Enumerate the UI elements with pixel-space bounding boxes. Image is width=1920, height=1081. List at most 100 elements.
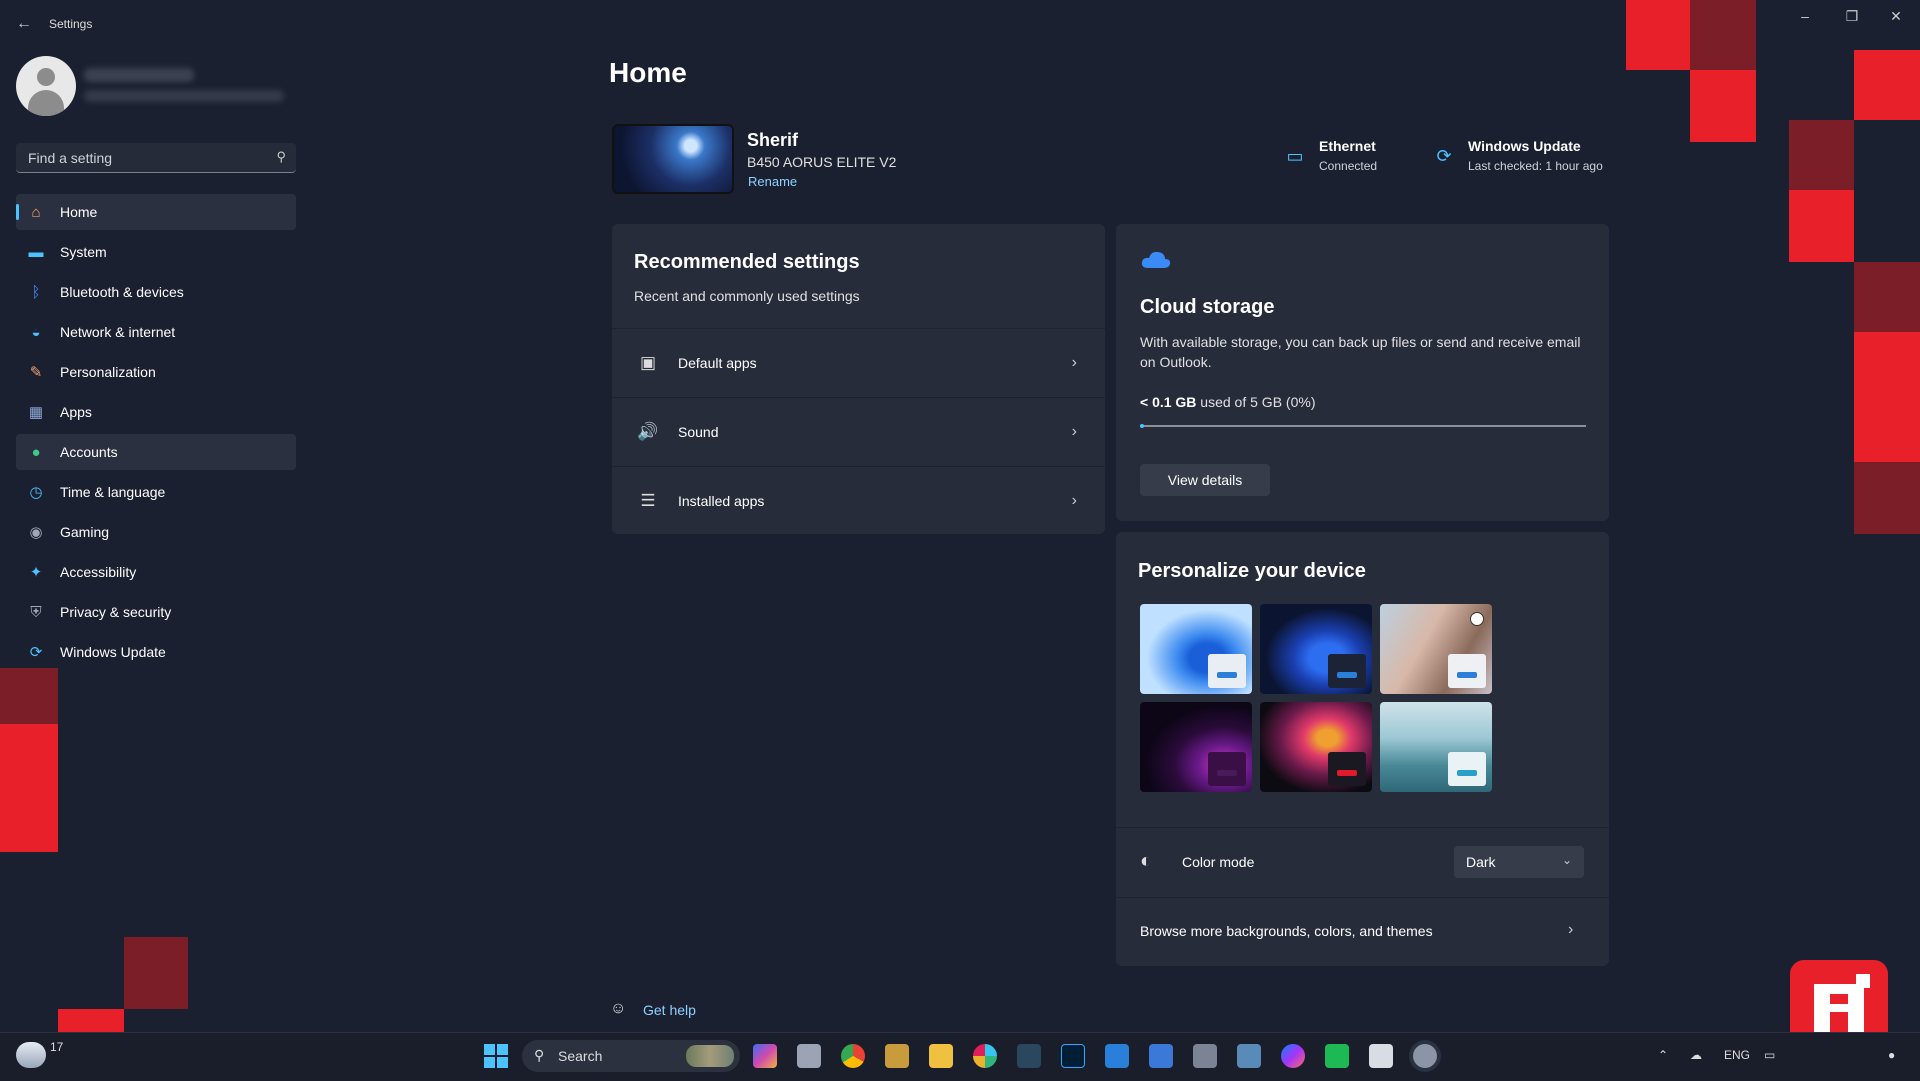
file-explorer-icon[interactable] — [929, 1044, 953, 1068]
personalize-card: Personalize your device ◐ Color mode Dar… — [1116, 532, 1609, 966]
browse-themes-link[interactable]: Browse more backgrounds, colors, and the… — [1140, 923, 1433, 939]
color-mode-dropdown[interactable]: Dark ⌄ — [1454, 846, 1584, 878]
restore-button[interactable]: ❐ — [1832, 6, 1872, 26]
theme-thumbnail-light-bloom[interactable] — [1140, 604, 1252, 694]
theme-thumbnail-sunrise[interactable] — [1380, 702, 1492, 792]
recommended-settings-card: Recommended settings Recent and commonly… — [612, 224, 1105, 534]
photos-icon[interactable] — [1237, 1044, 1261, 1068]
divider — [1116, 897, 1609, 898]
speaker-icon: 🔊 — [637, 422, 659, 441]
default-apps-label: Default apps — [678, 355, 757, 371]
default-apps-icon: ▣ — [639, 353, 657, 372]
sidebar-item-label: Windows Update — [60, 644, 166, 660]
photoshop-icon[interactable] — [1061, 1044, 1085, 1068]
slack-icon[interactable] — [973, 1044, 997, 1068]
sidebar-item-label: System — [60, 244, 107, 260]
media-player-icon[interactable] — [1325, 1044, 1349, 1068]
list-icon: ☰ — [640, 491, 656, 510]
weather-icon[interactable] — [16, 1042, 46, 1068]
deco-dark-block — [1690, 0, 1756, 70]
get-help-link[interactable]: Get help — [643, 1002, 696, 1018]
cloud-usage-total: used of 5 GB (0%) — [1196, 394, 1316, 410]
task-view-icon[interactable] — [797, 1044, 821, 1068]
settings-gear-icon[interactable] — [1413, 1044, 1437, 1068]
windows-update-title: Windows Update — [1468, 138, 1581, 154]
view-details-button[interactable]: View details — [1140, 464, 1270, 496]
sidebar-item-accounts[interactable]: ● Accounts — [16, 434, 296, 470]
chrome-icon[interactable] — [841, 1044, 865, 1068]
sidebar-item-bluetooth-devices[interactable]: ᛒ Bluetooth & devices — [16, 274, 296, 310]
microsoft-store-icon[interactable] — [1149, 1044, 1173, 1068]
color-mode-value: Dark — [1466, 854, 1496, 870]
notification-bell-icon[interactable]: ● — [1888, 1048, 1895, 1062]
search-icon[interactable]: ⚲ — [276, 149, 286, 165]
steam-icon[interactable] — [1017, 1044, 1041, 1068]
sidebar-item-label: Time & language — [60, 484, 166, 500]
sidebar-item-gaming[interactable]: ◉ Gaming — [16, 514, 296, 550]
media-app-icon[interactable] — [1105, 1044, 1129, 1068]
onedrive-icon[interactable]: ☁ — [1690, 1048, 1702, 1062]
globe-clock-icon: ◷ — [29, 484, 43, 501]
sidebar-item-label: Personalization — [60, 364, 156, 380]
network-icon[interactable]: ▭ — [1764, 1048, 1775, 1062]
home-icon: ⌂ — [31, 203, 41, 221]
windows-update-status[interactable]: ⟳ Windows Update Last checked: 1 hour ag… — [1432, 138, 1602, 173]
sidebar-item-windows-update[interactable]: ⟳ Windows Update — [16, 634, 296, 670]
cloud-usage-amount: < 0.1 GB — [1140, 394, 1197, 410]
avatar[interactable] — [16, 56, 76, 116]
chevron-right-icon: › — [1071, 354, 1077, 371]
start-button[interactable] — [484, 1044, 508, 1068]
device-name: Sherif — [747, 130, 799, 150]
back-arrow-icon[interactable]: ← — [12, 12, 36, 36]
deco-red-block — [1789, 190, 1854, 262]
sound-row[interactable]: 🔊 Sound › — [612, 397, 1105, 466]
taskbar-search-label: Search — [558, 1048, 603, 1064]
language-indicator[interactable]: ENG — [1724, 1048, 1750, 1062]
chevron-up-icon[interactable]: ⌃ — [1658, 1048, 1668, 1062]
bluetooth-icon: ᛒ — [31, 283, 41, 301]
theme-thumbnail-flow[interactable] — [1260, 702, 1372, 792]
sidebar-item-system[interactable]: ▬ System — [16, 234, 296, 270]
deco-red-block — [1690, 70, 1756, 142]
chevron-right-icon[interactable]: › — [1568, 921, 1573, 939]
color-mode-label: Color mode — [1182, 854, 1255, 870]
notepad-icon[interactable] — [1369, 1044, 1393, 1068]
personalize-title: Personalize your device — [1138, 560, 1366, 582]
theme-thumbnail-captured-motion[interactable] — [1140, 702, 1252, 792]
sidebar-item-accessibility[interactable]: ✦ Accessibility — [16, 554, 296, 590]
sidebar-item-label: Accessibility — [60, 564, 137, 580]
messenger-icon[interactable] — [1281, 1044, 1305, 1068]
sidebar-item-network-internet[interactable]: ◒ Network & internet — [16, 314, 296, 350]
rename-link[interactable]: Rename — [748, 174, 797, 189]
sidebar-item-home[interactable]: ⌂ Home — [16, 194, 296, 230]
theme-thumbnail-dark-bloom[interactable] — [1260, 604, 1372, 694]
device-model: B450 AORUS ELITE V2 — [747, 154, 897, 170]
copilot-icon[interactable] — [753, 1044, 777, 1068]
sidebar-item-label: Home — [60, 204, 98, 220]
sidebar-item-apps[interactable]: ▦ Apps — [16, 394, 296, 430]
theme-thumbnail-glow[interactable] — [1380, 604, 1492, 694]
sidebar-item-label: Network & internet — [60, 324, 176, 340]
storage-usage-fill — [1140, 424, 1145, 428]
sidebar-item-privacy-security[interactable]: ⛨ Privacy & security — [16, 594, 296, 630]
sidebar-nav: ⌂ Home ▬ System ᛒ Bluetooth & devices ◒ Network… — [16, 194, 296, 674]
close-button[interactable]: ✕ — [1876, 6, 1916, 26]
settings-search-input[interactable] — [26, 149, 270, 167]
calculator-icon[interactable] — [1193, 1044, 1217, 1068]
weather-temperature[interactable]: 17 — [50, 1040, 63, 1054]
taskbar-search[interactable]: ⚲ Search — [522, 1040, 740, 1072]
device-wallpaper-thumbnail — [612, 124, 734, 194]
wifi-icon: ◒ — [31, 323, 41, 341]
league-of-legends-icon[interactable] — [885, 1044, 909, 1068]
recommended-title: Recommended settings — [634, 251, 860, 273]
ethernet-status[interactable]: ▭ Ethernet Connected — [1283, 138, 1377, 173]
minimize-button[interactable]: – — [1785, 6, 1825, 26]
default-apps-row[interactable]: ▣ Default apps › — [612, 328, 1105, 397]
deco-dark-block — [124, 937, 188, 1009]
installed-apps-row[interactable]: ☰ Installed apps › — [612, 466, 1105, 535]
sidebar-item-time-language[interactable]: ◷ Time & language — [16, 474, 296, 510]
settings-search-box[interactable]: ⚲ — [16, 143, 296, 173]
search-icon: ⚲ — [534, 1047, 545, 1063]
sidebar-item-personalization[interactable]: ✎ Personalization — [16, 354, 296, 390]
chevron-right-icon: › — [1071, 423, 1077, 440]
